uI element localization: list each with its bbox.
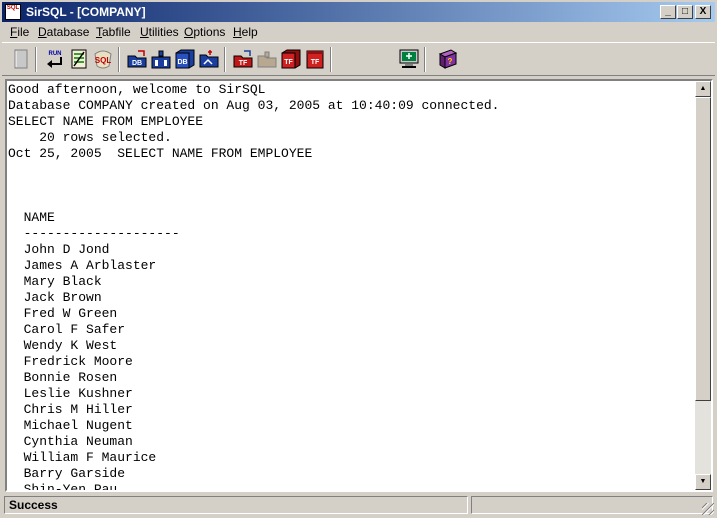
output-line: Cynthia Neuman xyxy=(8,434,133,449)
svg-text:DB: DB xyxy=(132,60,142,67)
query-output-pane[interactable]: Good afternoon, welcome to SirSQL Databas… xyxy=(5,79,713,492)
svg-text:RUN: RUN xyxy=(49,51,62,57)
close-button[interactable]: X xyxy=(695,5,711,19)
output-line: Carol F Safer xyxy=(8,322,126,337)
output-line: Mary Black xyxy=(8,274,102,289)
output-line: Barry Garside xyxy=(8,466,126,481)
output-line: Good afternoon, welcome to SirSQL xyxy=(8,82,266,97)
database-icon[interactable]: DB xyxy=(174,48,196,70)
window-title: SirSQL - [COMPANY] xyxy=(26,5,146,19)
output-line: SELECT NAME FROM EMPLOYEE xyxy=(8,114,204,129)
resize-grip[interactable] xyxy=(702,503,714,515)
output-text: Good afternoon, welcome to SirSQL Databas… xyxy=(8,82,694,491)
script-icon[interactable] xyxy=(68,48,90,70)
output-line: Jack Brown xyxy=(8,290,102,305)
vertical-scrollbar[interactable]: ▲ ▼ xyxy=(695,81,711,490)
output-line: -------------------- xyxy=(8,226,180,241)
maximize-button[interactable]: □ xyxy=(677,5,693,19)
folder-icon[interactable] xyxy=(256,48,278,70)
help-book-icon[interactable]: ? xyxy=(437,48,459,70)
output-line: Michael Nugent xyxy=(8,418,133,433)
svg-text:TF: TF xyxy=(311,59,320,66)
minimize-button[interactable]: _ xyxy=(660,5,676,19)
output-line: Shin-Yen Pau xyxy=(8,482,118,491)
output-line: Database COMPANY created on Aug 03, 2005… xyxy=(8,98,500,113)
output-line: Chris M Hiller xyxy=(8,402,133,417)
menu-tabfile[interactable]: Tabfile xyxy=(96,24,131,40)
database-folder-icon[interactable] xyxy=(198,48,220,70)
svg-text:TF: TF xyxy=(284,59,293,66)
output-line: Wendy K West xyxy=(8,338,118,353)
toolbar-separator xyxy=(330,47,332,72)
monitor-icon[interactable] xyxy=(398,48,420,70)
open-database-icon[interactable]: DB xyxy=(126,48,148,70)
output-line: William F Maurice xyxy=(8,450,157,465)
output-line: Fredrick Moore xyxy=(8,354,133,369)
title-bar[interactable]: SQL SirSQL - [COMPANY] _ □ X xyxy=(2,2,715,22)
open-tabfile-icon[interactable]: TF xyxy=(232,48,254,70)
output-line: John D Jond xyxy=(8,242,110,257)
main-window: SQL SirSQL - [COMPANY] _ □ X File Databa… xyxy=(0,0,717,518)
scroll-up-button[interactable]: ▲ xyxy=(695,81,711,97)
toolbar: RUN SQL DB DB TF TF TF ? xyxy=(2,42,715,76)
menu-database[interactable]: Database xyxy=(38,24,89,40)
output-line: Leslie Kushner xyxy=(8,386,133,401)
toolbar-separator xyxy=(224,47,226,72)
new-document-icon[interactable] xyxy=(10,48,32,70)
tabfile-icon[interactable]: TF xyxy=(304,48,326,70)
svg-text:?: ? xyxy=(448,57,453,66)
output-line: Oct 25, 2005 SELECT NAME FROM EMPLOYEE xyxy=(8,146,313,161)
menu-options[interactable]: Options xyxy=(184,24,225,40)
sql-icon[interactable]: SQL xyxy=(92,48,114,70)
svg-text:TF: TF xyxy=(239,60,248,67)
status-panel-main: Success xyxy=(4,496,468,514)
run-icon[interactable]: RUN xyxy=(44,48,66,70)
status-text: Success xyxy=(9,498,58,512)
scroll-down-button[interactable]: ▼ xyxy=(695,474,711,490)
output-line: James A Arblaster xyxy=(8,258,157,273)
sirsql-app-icon[interactable]: SQL xyxy=(5,4,21,20)
tabfile-stack-icon[interactable]: TF xyxy=(280,48,302,70)
menu-bar: File Database Tabfile Utilities Options … xyxy=(2,23,715,41)
status-panel-secondary xyxy=(471,496,713,514)
toolbar-separator xyxy=(118,47,120,72)
status-bar: Success xyxy=(2,494,715,516)
scrollbar-thumb[interactable] xyxy=(695,97,711,401)
menu-file[interactable]: File xyxy=(10,24,29,40)
svg-text:DB: DB xyxy=(177,59,187,66)
output-line: 20 rows selected. xyxy=(8,130,172,145)
output-line: NAME xyxy=(8,210,55,225)
output-line: Fred W Green xyxy=(8,306,118,321)
svg-text:SQL: SQL xyxy=(95,56,112,65)
output-line: Bonnie Rosen xyxy=(8,370,118,385)
toolbar-separator xyxy=(424,47,426,72)
toolbar-separator xyxy=(35,47,37,72)
menu-utilities[interactable]: Utilities xyxy=(140,24,179,40)
database-structure-icon[interactable] xyxy=(150,48,172,70)
menu-help[interactable]: Help xyxy=(233,24,258,40)
